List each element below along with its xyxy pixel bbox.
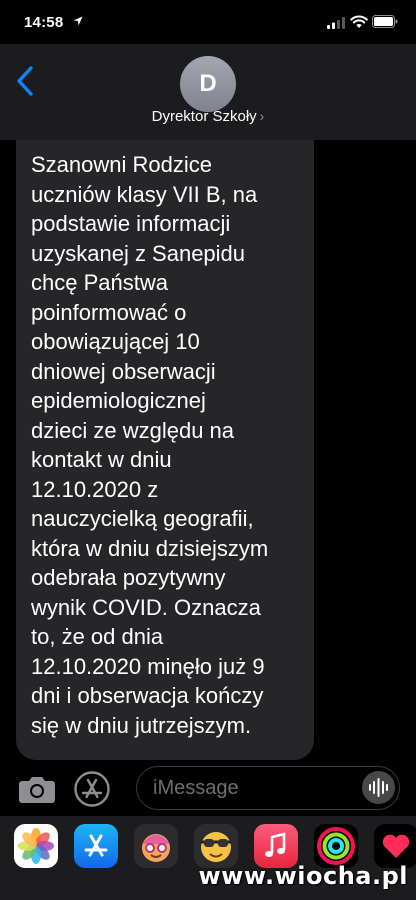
audio-waveform-icon (369, 778, 388, 797)
watermark: www.wiocha.pl (198, 862, 408, 890)
wifi-icon (350, 15, 368, 28)
message-text: Szanowni Rodzice uczniów klasy VII B, na… (31, 152, 269, 738)
contact-name: Dyrektor Szkoły (151, 108, 257, 125)
status-time: 14:58 (24, 14, 64, 31)
message-input[interactable]: iMessage (136, 766, 400, 810)
cellular-signal-icon (327, 17, 345, 29)
message-list[interactable]: Szanowni Rodzice uczniów klasy VII B, na… (0, 140, 416, 760)
photos-icon[interactable] (14, 824, 58, 868)
contact-name-button[interactable]: Dyrektor Szkoły › (0, 108, 416, 125)
memoji-icon[interactable] (134, 824, 178, 868)
location-arrow-icon (73, 16, 83, 26)
battery-icon (372, 15, 398, 28)
status-bar: 14:58 (0, 0, 416, 44)
back-chevron-icon[interactable] (14, 64, 38, 98)
conversation-header: D Dyrektor Szkoły › (0, 44, 416, 140)
message-placeholder: iMessage (153, 777, 239, 799)
message-input-bar: iMessage (0, 760, 416, 816)
audio-message-button[interactable] (362, 771, 395, 804)
app-drawer: www.wiocha.pl (0, 816, 416, 900)
app-store-icon[interactable] (74, 771, 110, 807)
incoming-message-bubble[interactable]: Szanowni Rodzice uczniów klasy VII B, na… (16, 140, 314, 760)
contact-chevron-icon: › (259, 108, 265, 124)
avatar-initial: D (199, 70, 217, 97)
contact-avatar[interactable]: D (180, 56, 236, 112)
camera-icon[interactable] (18, 774, 56, 804)
app-store-icon[interactable] (74, 824, 118, 868)
